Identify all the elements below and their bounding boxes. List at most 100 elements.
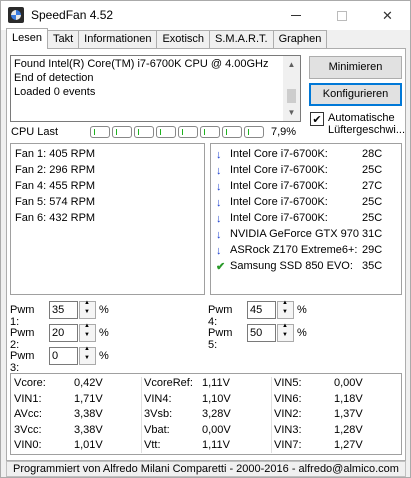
cpu-core-meter-fill <box>116 129 117 135</box>
voltage-row: VIN3: 1,28V <box>274 424 399 440</box>
voltage-name: Vtt: <box>144 439 161 451</box>
cpu-core-meter <box>90 126 110 138</box>
checkmark-icon: ✔ <box>312 113 322 126</box>
voltage-row: VIN6: 1,18V <box>274 393 399 409</box>
auto-fan-speed-checkbox[interactable]: ✔ <box>310 112 324 126</box>
speedfan-fan-icon <box>8 7 24 23</box>
pwm5-input[interactable]: 50 <box>247 324 276 342</box>
down-arrow-icon: ↓ <box>216 197 222 209</box>
voltage-name: Vcore: <box>14 377 46 389</box>
pwm3-input[interactable]: 0 <box>49 347 78 365</box>
voltage-row: VIN5: 0,00V <box>274 377 399 393</box>
cpu-core-meter <box>200 126 220 138</box>
maximize-window-button[interactable] <box>319 1 364 30</box>
temperatures-panel: ↓ Intel Core i7-6700K: 28C ↓ Intel Core i7-6… <box>210 143 402 295</box>
pwm2-label: Pwm 2: <box>10 327 35 351</box>
pwm3-label: Pwm 3: <box>10 350 35 374</box>
voltage-value: 3,38V <box>74 408 103 420</box>
pwm2-unit: % <box>99 327 109 339</box>
cpu-core-meter <box>156 126 176 138</box>
down-arrow-icon: ↓ <box>216 149 222 161</box>
tab-takt[interactable]: Takt <box>46 30 80 49</box>
scroll-thumb[interactable] <box>287 89 296 103</box>
voltage-row: Vtt: 1,11V <box>144 439 269 455</box>
cpu-load-label: CPU Last <box>11 126 59 138</box>
temperature-value: 25C <box>362 164 383 176</box>
temperature-sensor-name: ASRock Z170 Extreme6+: <box>230 244 358 256</box>
voltage-row: VIN4: 1,10V <box>144 393 269 409</box>
scroll-up-icon[interactable]: ▲ <box>283 56 300 73</box>
cpu-core-meter <box>134 126 154 138</box>
pwm5-label: Pwm 5: <box>208 327 233 351</box>
log-line: End of detection <box>14 72 94 84</box>
voltage-row: 3Vcc: 3,38V <box>14 424 139 440</box>
fan-reading: Fan 1: 405 RPM <box>15 148 96 160</box>
voltage-value: 1,18V <box>334 392 363 405</box>
scroll-down-icon[interactable]: ▼ <box>283 104 300 121</box>
close-window-button[interactable]: ✕ <box>365 1 410 30</box>
voltage-name: Vbat: <box>144 423 170 436</box>
voltage-value: 1,01V <box>74 439 103 451</box>
pwm1-spinner[interactable] <box>79 300 96 319</box>
voltage-value: 1,27V <box>334 439 363 451</box>
fan-reading: Fan 6: 432 RPM <box>15 212 96 224</box>
voltage-name: VIN3: <box>274 423 302 436</box>
fan-reading: Fan 5: 574 RPM <box>15 196 96 208</box>
title-bar[interactable]: SpeedFan 4.52 ✕ <box>1 1 410 30</box>
down-arrow-icon: ↓ <box>216 165 222 177</box>
down-arrow-icon: ↓ <box>216 181 222 193</box>
tab-exotisch[interactable]: Exotisch <box>156 30 211 49</box>
minimize-button[interactable]: Minimieren <box>309 56 402 79</box>
temperature-sensor-name: Intel Core i7-6700K: <box>230 148 328 160</box>
temperature-value: 27C <box>362 180 383 192</box>
tab-graphen[interactable]: Graphen <box>272 30 328 49</box>
voltage-column-3: VIN5: 0,00V VIN6: 1,18V VIN2: 1,37V VIN3: 1,28V… <box>274 377 399 455</box>
voltage-row: Vcore: 0,42V <box>14 377 139 393</box>
voltage-row: VIN0: 1,01V <box>14 439 139 455</box>
temperature-row: ↓ Intel Core i7-6700K: 27C <box>213 180 399 194</box>
pwm1-input[interactable]: 35 <box>49 301 78 319</box>
log-textbox[interactable]: Found Intel(R) Core(TM) i7-6700K CPU @ 4… <box>10 55 301 122</box>
pwm3-unit: % <box>99 350 109 362</box>
voltage-column-1: Vcore: 0,42V VIN1: 1,71V AVcc: 3,38V 3Vcc: 3,38… <box>14 377 139 455</box>
temperature-value: 29C <box>362 244 383 256</box>
pwm4-spinner[interactable] <box>277 300 294 319</box>
tab-informationen[interactable]: Informationen <box>78 30 158 49</box>
cpu-core-meter-fill <box>138 129 139 135</box>
tab-strip: Lesen Takt Informationen Exotisch S.M.A.… <box>6 28 328 49</box>
voltage-name: VIN0: <box>14 439 42 451</box>
minimize-window-button[interactable] <box>273 1 318 30</box>
temperature-sensor-name: Intel Core i7-6700K: <box>230 180 328 192</box>
temperature-value: 35C <box>362 260 383 272</box>
voltage-value: 1,37V <box>334 408 363 420</box>
voltages-panel: Vcore: 0,42V VIN1: 1,71V AVcc: 3,38V 3Vcc: 3,38… <box>10 373 402 455</box>
voltage-name: VIN2: <box>274 408 302 420</box>
voltage-row: VIN7: 1,27V <box>274 439 399 455</box>
voltage-value: 0,42V <box>74 377 103 389</box>
cpu-core-meter-fill <box>182 129 183 135</box>
pwm2-spinner[interactable] <box>79 323 96 342</box>
log-scrollbar[interactable]: ▲ ▼ <box>283 56 300 121</box>
voltage-name: 3Vcc: <box>14 423 42 436</box>
pwm4-input[interactable]: 45 <box>247 301 276 319</box>
pwm2-input[interactable]: 20 <box>49 324 78 342</box>
pwm4-unit: % <box>297 304 307 316</box>
pwm3-spinner[interactable] <box>79 346 96 365</box>
voltage-value: 1,10V <box>202 392 231 405</box>
cpu-core-meter <box>244 126 264 138</box>
tab-smart[interactable]: S.M.A.R.T. <box>209 30 274 49</box>
pwm5-spinner[interactable] <box>277 323 294 342</box>
close-icon: ✕ <box>382 7 393 23</box>
tab-lesen[interactable]: Lesen <box>6 28 48 49</box>
temperature-row: ↓ Intel Core i7-6700K: 25C <box>213 164 399 178</box>
temperature-row: ✔ Samsung SSD 850 EVO: 35C <box>213 260 399 274</box>
configure-button[interactable]: Konfigurieren <box>309 83 402 106</box>
voltage-row: AVcc: 3,38V <box>14 408 139 424</box>
down-arrow-icon: ↓ <box>216 213 222 225</box>
voltage-value: 1,71V <box>74 392 103 405</box>
voltage-column-2: VcoreRef: 1,11V VIN4: 1,10V 3Vsb: 3,28V Vbat: 0… <box>144 377 269 455</box>
log-line: Loaded 0 events <box>14 86 96 98</box>
voltage-name: VcoreRef: <box>144 377 193 389</box>
temperature-sensor-name: Samsung SSD 850 EVO: <box>230 260 353 272</box>
fan-speeds-panel: Fan 1: 405 RPM Fan 2: 296 RPM Fan 4: 455… <box>10 143 205 295</box>
